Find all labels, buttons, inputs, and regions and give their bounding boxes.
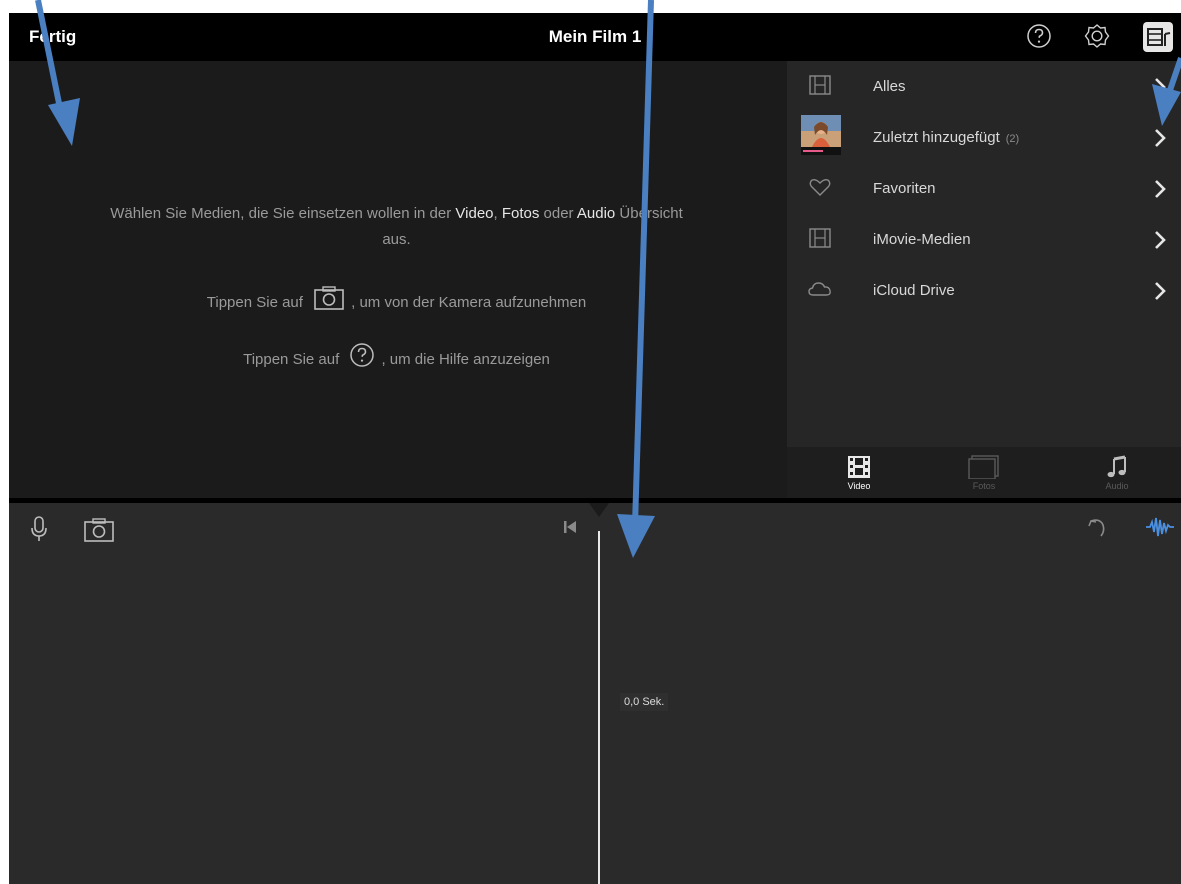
cloud-icon [807, 278, 833, 300]
browser-item-label: iCloud Drive [873, 282, 955, 299]
fotos-keyword: Fotos [501, 205, 540, 222]
help-icon [349, 342, 375, 378]
camera-instruction: Tippen Sie auf , um von der Kamera aufzu… [9, 285, 784, 321]
video-tab-icon [846, 455, 872, 479]
chevron-right-icon [1153, 280, 1167, 302]
music-note-icon [1104, 455, 1130, 479]
help-icon[interactable] [1026, 23, 1052, 49]
audio-waveform-icon[interactable] [1145, 515, 1175, 544]
microphone-icon[interactable] [29, 515, 49, 548]
browser-item-label: iMovie-Medien [873, 231, 971, 248]
instruction-line-2: aus. [382, 231, 411, 248]
settings-icon[interactable] [1084, 23, 1110, 49]
done-button[interactable]: Fertig [29, 13, 76, 61]
chevron-right-icon [1153, 127, 1167, 149]
rewind-to-start-icon[interactable] [562, 519, 578, 540]
instruction-separator: , [493, 205, 502, 222]
photos-tab-icon [968, 455, 1000, 480]
top-bar: Fertig Mein Film 1 [9, 13, 1181, 61]
media-type-tabbar: Video Fotos Audio [787, 447, 1181, 498]
chevron-right-icon [1153, 229, 1167, 251]
imovie-window: Fertig Mein Film 1 Wählen Sie Medien, di… [9, 13, 1181, 884]
item-count: (2) [1005, 133, 1020, 145]
chevron-right-icon [1153, 76, 1167, 98]
viewer-area: Wählen Sie Medien, die Sie einsetzen wol… [9, 61, 784, 498]
media-audio-icon[interactable] [1143, 22, 1173, 52]
audio-keyword: Audio [576, 205, 616, 222]
browser-item-label: Alles [873, 78, 906, 95]
undo-icon[interactable] [1084, 515, 1108, 544]
instruction-line-1: Wählen Sie Medien, die Sie einsetzen wol… [9, 200, 784, 228]
tab-fotos[interactable]: Fotos [924, 447, 1044, 498]
instruction-text: oder [539, 205, 577, 222]
help-instruction-text: , um die Hilfe anzuzeigen [381, 350, 550, 368]
thumbnail [801, 115, 841, 155]
help-instruction-text: Tippen Sie auf [243, 350, 340, 368]
camera-instruction-text: , um von der Kamera aufzunehmen [351, 293, 587, 311]
instruction-text: Übersicht [615, 205, 683, 222]
media-browser: Alles Zuletzt hinzugefügt (2) Favoriten i… [787, 61, 1181, 498]
browser-item-favoriten[interactable]: Favoriten [787, 163, 1181, 214]
chevron-right-icon [1153, 178, 1167, 200]
browser-item-alles[interactable]: Alles [787, 61, 1181, 112]
project-title: Mein Film 1 [548, 27, 642, 46]
help-instruction: Tippen Sie auf , um die Hilfe anzuzeigen [9, 342, 784, 378]
camera-icon [313, 285, 345, 321]
browser-item-icloud-drive[interactable]: iCloud Drive [787, 265, 1181, 316]
video-keyword: Video [455, 205, 494, 222]
playhead[interactable] [598, 531, 600, 884]
film-icon [807, 74, 833, 96]
tab-audio[interactable]: Audio [1057, 447, 1177, 498]
tab-label: Video [847, 481, 871, 491]
playhead-notch [589, 503, 609, 517]
tab-video[interactable]: Video [799, 447, 919, 498]
browser-item-label: Favoriten [873, 180, 936, 197]
tab-label: Audio [1105, 481, 1129, 491]
browser-item-label-text: Zuletzt hinzugefügt [873, 129, 1000, 146]
duration-label: 0,0 Sek. [620, 693, 669, 711]
camera-instruction-text: Tippen Sie auf [206, 293, 303, 311]
camera-icon[interactable] [83, 517, 115, 548]
heart-icon [807, 176, 833, 198]
browser-item-zuletzt[interactable]: Zuletzt hinzugefügt (2) [787, 112, 1181, 163]
browser-item-imovie-medien[interactable]: iMovie-Medien [787, 214, 1181, 265]
film-icon [807, 227, 833, 249]
tab-label: Fotos [972, 481, 996, 491]
browser-item-label: Zuletzt hinzugefügt (2) [873, 112, 1019, 165]
instruction-text: Wählen Sie Medien, die Sie einsetzen wol… [110, 205, 456, 222]
timeline: 0,0 Sek. [9, 503, 1181, 884]
